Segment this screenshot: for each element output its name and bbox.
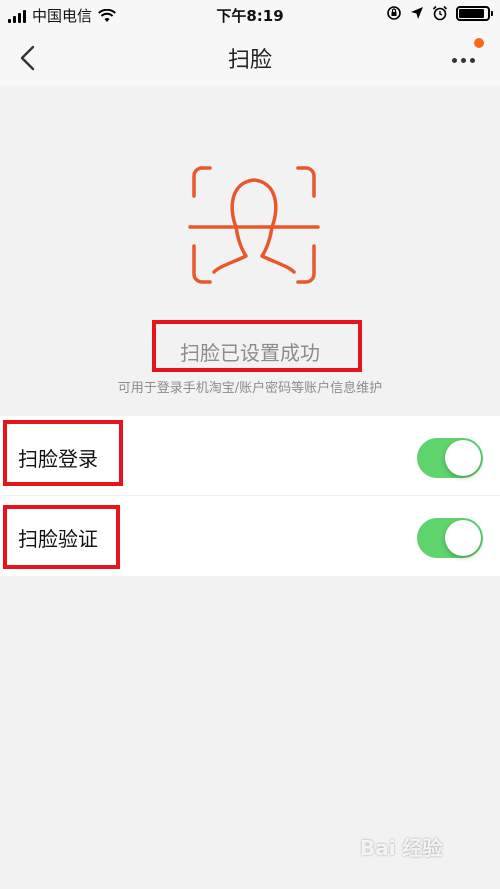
location-icon xyxy=(411,7,423,19)
notification-dot xyxy=(474,38,484,48)
more-icon xyxy=(452,58,475,63)
alarm-icon xyxy=(432,5,448,21)
battery-level xyxy=(459,8,485,18)
more-button[interactable] xyxy=(446,38,486,74)
battery-icon xyxy=(456,5,493,21)
status-right xyxy=(386,5,493,21)
watermark: Bai 经验 xyxy=(360,836,443,860)
face-scan-icon xyxy=(188,166,320,284)
toggle-knob xyxy=(445,440,481,476)
rotation-lock-icon xyxy=(387,6,401,20)
status-description: 可用于登录手机淘宝/账户密码等账户信息维护 xyxy=(117,381,383,396)
page-title: 扫脸 xyxy=(227,48,272,73)
highlight-box-face-verify xyxy=(3,505,120,569)
status-bar: 中国电信 下午8:19 xyxy=(0,0,500,30)
navigation-bar: 扫脸 xyxy=(0,30,500,86)
toggle-knob xyxy=(445,520,481,556)
status-title: 扫脸已设置成功 xyxy=(180,341,320,365)
toggle-face-verify[interactable] xyxy=(417,518,483,558)
highlight-box-face-login xyxy=(3,420,123,486)
toggle-face-login[interactable] xyxy=(417,438,483,478)
